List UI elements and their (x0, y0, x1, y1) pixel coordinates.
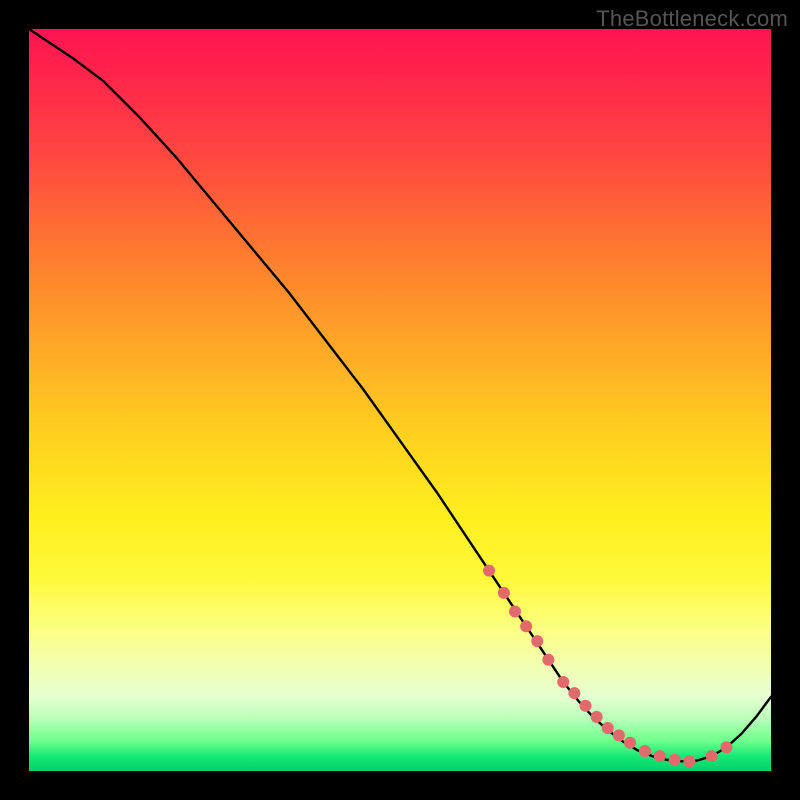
bottleneck-curve (29, 29, 771, 761)
curve-marker (639, 745, 651, 757)
curve-marker (654, 750, 666, 762)
chart-stage: TheBottleneck.com (0, 0, 800, 800)
curve-marker (706, 750, 718, 762)
watermark-text: TheBottleneck.com (596, 6, 788, 32)
curve-marker (624, 737, 636, 749)
curve-marker (483, 565, 495, 577)
curve-marker (568, 687, 580, 699)
curve-marker (591, 711, 603, 723)
curve-marker (580, 700, 592, 712)
curve-marker (509, 605, 521, 617)
curve-marker (520, 620, 532, 632)
curve-marker (613, 729, 625, 741)
curve-marker (498, 587, 510, 599)
curve-marker (683, 755, 695, 767)
curve-markers (483, 565, 732, 768)
curve-marker (557, 676, 569, 688)
curve-marker (720, 741, 732, 753)
curve-marker (542, 654, 554, 666)
curve-marker (669, 754, 681, 766)
curve-marker (531, 635, 543, 647)
curve-marker (602, 722, 614, 734)
plot-area (29, 29, 771, 771)
curve-layer (29, 29, 771, 771)
